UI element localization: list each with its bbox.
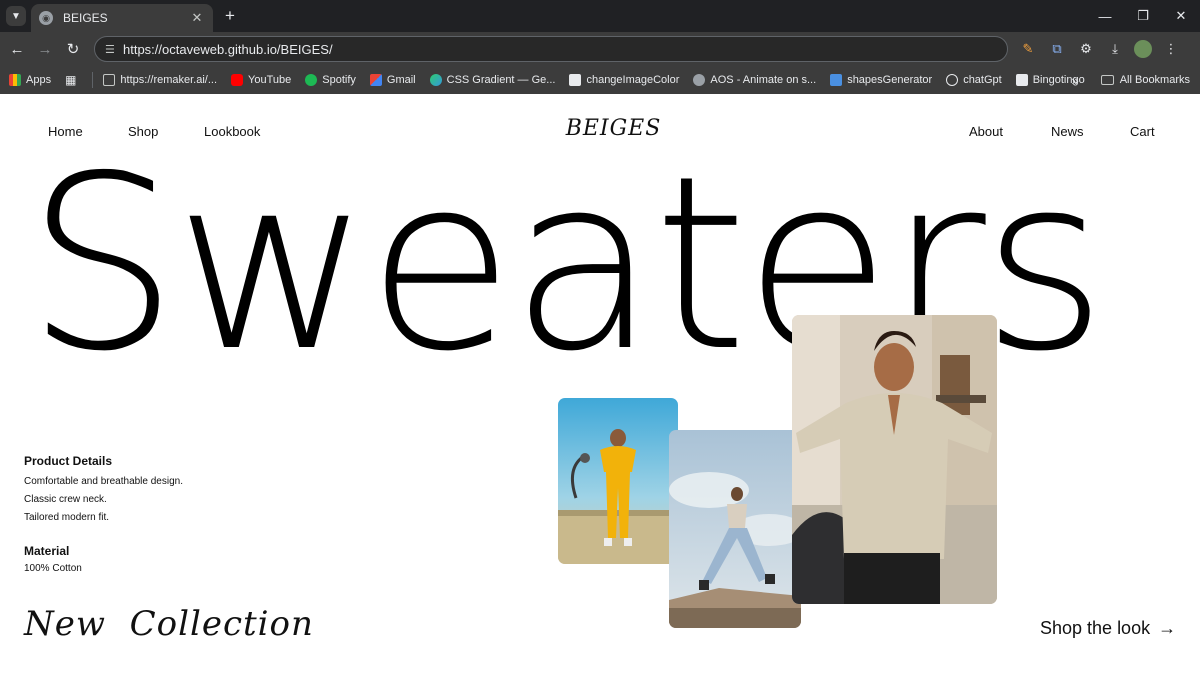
material-section: Material 100% Cotton [24, 544, 82, 574]
photo-yellow-outfit[interactable] [558, 398, 678, 564]
tab-groups-icon: ▦ [65, 73, 77, 87]
css-gradient-icon [429, 74, 442, 86]
product-details-title: Product Details [24, 454, 113, 468]
url-text[interactable]: https://octaveweb.github.io/BEIGES/ [123, 42, 333, 57]
product-details: Product Details Comfortable and breathab… [24, 454, 183, 527]
bookmark-apps[interactable]: Apps [9, 74, 51, 86]
detail-line-2: Classic crew neck. [24, 494, 107, 505]
browser-tab[interactable]: ◉ BEIGES ✕ [31, 4, 213, 32]
new-tab-icon[interactable]: + [220, 6, 240, 26]
nav-cart[interactable]: Cart [1130, 124, 1155, 139]
tab-search-icon[interactable]: ▼ [6, 6, 26, 26]
shapes-generator-icon [830, 74, 843, 86]
bookmark-tab-groups[interactable]: ▦ [65, 73, 76, 87]
close-tab-icon[interactable]: ✕ [189, 10, 205, 26]
close-window-icon[interactable]: ✕ [1162, 0, 1200, 32]
pen-extension-icon[interactable]: ✎ [1018, 38, 1038, 60]
address-bar[interactable]: ☰ https://octaveweb.github.io/BEIGES/ [94, 36, 1008, 62]
browser-toolbar: ← → ↻ ☰ https://octaveweb.github.io/BEIG… [0, 32, 1200, 66]
bookmarks-right: » All Bookmarks [1071, 66, 1190, 94]
all-bookmarks-button[interactable]: All Bookmarks [1120, 74, 1190, 86]
minimize-icon[interactable]: — [1086, 0, 1124, 32]
forward-icon[interactable]: → [34, 38, 56, 60]
site-info-icon[interactable]: ☰ [105, 43, 121, 56]
bookmark-aos[interactable]: AOS - Animate on s... [693, 74, 816, 86]
photo-denim-outfit[interactable] [669, 430, 801, 628]
bingotingo-icon [1015, 74, 1028, 86]
shop-the-look-label: Shop the look [1040, 618, 1151, 638]
copy-extension-icon[interactable]: ⧉ [1047, 38, 1067, 60]
change-image-color-icon [569, 74, 582, 86]
bookmark-change-image-color[interactable]: changeImageColor [569, 74, 679, 86]
toolbar-icons: ✎ ⧉ ⚙ ⤓ ⋮ [1018, 38, 1181, 60]
youtube-icon [231, 74, 244, 86]
apps-grid-icon [9, 74, 21, 86]
arrow-right-icon: → [1158, 618, 1177, 638]
bookmark-spotify[interactable]: Spotify [305, 74, 356, 86]
new-collection-heading: New Collection [24, 604, 314, 644]
bookmarks-bar: Apps ▦ https://remaker.ai/... YouTube Sp… [0, 66, 1200, 94]
bookmark-youtube[interactable]: YouTube [231, 74, 291, 86]
aos-icon [693, 74, 706, 86]
restore-icon[interactable]: ❐ [1124, 0, 1162, 32]
bookmark-chatgpt[interactable]: chatGpt [946, 74, 1002, 86]
reload-icon[interactable]: ↻ [62, 38, 84, 60]
chatgpt-icon [946, 74, 959, 86]
material-title: Material [24, 544, 70, 558]
more-bookmarks-icon[interactable]: » [1071, 73, 1078, 88]
detail-line-3: Tailored modern fit. [24, 512, 110, 523]
back-icon[interactable]: ← [6, 38, 28, 60]
bookmark-gmail[interactable]: Gmail [369, 74, 416, 86]
photo-beige-shirt[interactable] [792, 315, 997, 604]
tab-title: BEIGES [63, 11, 108, 25]
window-controls: — ❐ ✕ [1086, 0, 1200, 32]
bookmarks-divider [92, 72, 94, 88]
material-value: 100% Cotton [24, 563, 82, 574]
gmail-icon [369, 74, 382, 86]
webpage: Home Shop Lookbook BEIGES About News Car… [0, 94, 1200, 675]
shop-the-look-link[interactable]: Shop the look → [1040, 618, 1176, 639]
browser-tab-bar: ▼ ◉ BEIGES ✕ + — ❐ ✕ [0, 0, 1200, 32]
spotify-icon [305, 74, 318, 86]
profile-avatar[interactable] [1134, 40, 1152, 58]
detail-line-1: Comfortable and breathable design. [24, 476, 183, 487]
globe-icon: ◉ [39, 11, 53, 25]
bookmark-remaker[interactable]: https://remaker.ai/... [103, 74, 217, 86]
extensions-icon[interactable]: ⚙ [1076, 38, 1096, 60]
bookmark-css-gradient[interactable]: CSS Gradient — Ge... [429, 74, 555, 86]
download-icon[interactable]: ⤓ [1105, 38, 1125, 60]
bookmark-shapes-generator[interactable]: shapesGenerator [830, 74, 932, 86]
folder-icon [103, 74, 116, 86]
all-bookmarks-folder-icon [1100, 75, 1114, 85]
menu-kebab-icon[interactable]: ⋮ [1161, 38, 1181, 60]
